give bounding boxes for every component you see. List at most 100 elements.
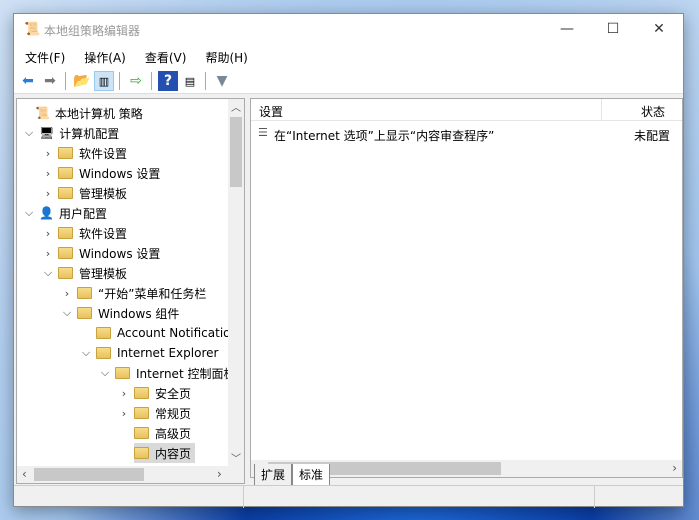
chevron-down-icon[interactable]: ⌵: [23, 126, 35, 140]
tree-item[interactable]: › 常规页: [122, 403, 192, 423]
tree-item-label: Windows 设置: [79, 166, 161, 181]
tree-item[interactable]: 📜 本地计算机 策略: [35, 103, 143, 123]
properties-icon[interactable]: ▤: [180, 71, 200, 91]
chevron-down-icon[interactable]: ⌵: [80, 346, 92, 360]
tree-item[interactable]: ⌵ 管理模板: [44, 263, 128, 283]
chevron-right-icon[interactable]: ›: [42, 247, 54, 260]
chevron-down-icon[interactable]: ⌵: [42, 266, 54, 280]
chevron-right-icon[interactable]: ›: [42, 167, 54, 180]
tree-item[interactable]: › 软件设置: [46, 143, 128, 163]
folder-icon: [58, 147, 73, 159]
maximize-button[interactable]: ☐: [590, 14, 636, 44]
filter-icon[interactable]: ▼: [212, 71, 232, 91]
tree-item-label: “开始”菜单和任务栏: [98, 286, 207, 301]
tree-item[interactable]: › Windows 设置: [46, 163, 161, 183]
menu-help[interactable]: 帮助(H): [194, 44, 255, 68]
chevron-down-icon[interactable]: ⌵: [99, 366, 111, 380]
tree-item[interactable]: 高级页: [134, 423, 191, 443]
tab-extended[interactable]: 扩展: [254, 464, 293, 486]
setting-name: 在“Internet 选项”上显示“内容审查程序”: [274, 129, 495, 143]
tree-item-label: 软件设置: [79, 226, 128, 241]
folder-icon: [134, 427, 149, 439]
menu-view[interactable]: 查看(V): [134, 44, 195, 68]
forward-icon[interactable]: ➡: [40, 71, 60, 91]
folder-icon: [77, 287, 92, 299]
tree-item-label: 计算机配置: [59, 126, 120, 141]
column-setting[interactable]: 设置: [259, 103, 283, 120]
view-tabs: 扩展 标准: [254, 464, 331, 486]
tree-item[interactable]: › 管理模板: [46, 183, 128, 203]
tree-item[interactable]: › 软件设置: [46, 223, 128, 243]
tree-pane: 📜 本地计算机 策略 ⌵ 🖥 计算机配置 › 软件设置 › Windows 设置 › 管理模板 ⌵ 👤 用…: [16, 98, 245, 484]
tree-item[interactable]: › Windows 设置: [46, 243, 161, 263]
folder-icon: [58, 167, 73, 179]
folder-icon: [96, 347, 111, 359]
tree-vertical-scrollbar[interactable]: ︿ ﹀: [228, 99, 244, 467]
minimize-button[interactable]: —: [544, 14, 590, 44]
tree-item[interactable]: 内容页: [134, 443, 196, 463]
tree-item[interactable]: ⌵ 🖥 计算机配置: [25, 123, 120, 143]
list-header: 设置 状态: [251, 99, 682, 121]
up-folder-icon[interactable]: 📂: [72, 71, 92, 91]
chevron-down-icon[interactable]: ⌵: [23, 206, 35, 220]
tree-item-label: 软件设置: [79, 146, 128, 161]
tree-item-label: 安全页: [155, 386, 192, 401]
tree-item[interactable]: › “开始”菜单和任务栏: [65, 283, 207, 303]
chevron-right-icon[interactable]: ›: [42, 187, 54, 200]
tree-item[interactable]: ⌵ Internet Explorer: [82, 343, 219, 363]
folder-icon: [134, 447, 149, 459]
toolbar: ⬅ ➡ 📂 ▥ ⇨ ? ▤ ▼: [14, 68, 683, 94]
chevron-right-icon[interactable]: ›: [42, 147, 54, 160]
tree-item[interactable]: ⌵ Windows 组件: [63, 303, 180, 323]
folder-icon: [58, 227, 73, 239]
chevron-right-icon[interactable]: ›: [61, 287, 73, 300]
chevron-right-icon[interactable]: ›: [42, 227, 54, 240]
tree-item[interactable]: ⌵ 👤 用户配置: [25, 203, 107, 223]
folder-icon: [58, 187, 73, 199]
title-bar: 📜 本地组策略编辑器 — ☐ ✕: [14, 14, 683, 44]
tree-item-label: 管理模板: [79, 186, 128, 201]
tree-item-label: 高级页: [155, 426, 192, 441]
folder-icon: [77, 307, 92, 319]
menu-bar: 文件(F) 操作(A) 查看(V) 帮助(H): [14, 44, 683, 68]
help-icon[interactable]: ?: [158, 71, 178, 91]
chevron-down-icon[interactable]: ⌵: [61, 306, 73, 320]
user-icon: 👤: [39, 206, 54, 220]
tree-item-label: 常规页: [155, 406, 192, 421]
column-state[interactable]: 状态: [641, 103, 665, 120]
setting-state: 未配置: [634, 129, 671, 143]
tree-item-label: 用户配置: [58, 206, 107, 221]
tree-item-label: Internet 控制面板: [136, 366, 236, 381]
settings-pane: 设置 状态 ☰ 在“Internet 选项”上显示“内容审查程序” 未配置 ‹ …: [250, 98, 683, 478]
folder-icon: [134, 387, 149, 399]
tab-standard[interactable]: 标准: [292, 464, 331, 486]
tree-item-label: 管理模板: [79, 266, 128, 281]
computer-icon: 🖥: [39, 126, 55, 140]
status-bar: [14, 485, 683, 508]
policy-setting-icon: ☰: [258, 126, 268, 139]
tree-item[interactable]: › 安全页: [122, 383, 192, 403]
list-row[interactable]: ☰ 在“Internet 选项”上显示“内容审查程序” 未配置: [251, 125, 682, 145]
folder-icon: [58, 267, 73, 279]
tree-item-label: Windows 组件: [98, 306, 180, 321]
menu-file[interactable]: 文件(F): [14, 44, 73, 68]
tree-item[interactable]: Account Notifications: [96, 323, 244, 343]
chevron-right-icon[interactable]: ›: [118, 387, 130, 400]
folder-icon: [58, 247, 73, 259]
close-button[interactable]: ✕: [636, 14, 682, 44]
folder-icon: [115, 367, 130, 379]
app-window: 📜 本地组策略编辑器 — ☐ ✕ 文件(F) 操作(A) 查看(V) 帮助(H)…: [13, 13, 684, 508]
export-list-icon[interactable]: ⇨: [126, 71, 146, 91]
window-title: 本地组策略编辑器: [44, 24, 141, 38]
tree-item-label: 内容页: [155, 446, 192, 461]
back-icon[interactable]: ⬅: [18, 71, 38, 91]
tree-item-label: Internet Explorer: [117, 346, 219, 360]
menu-action[interactable]: 操作(A): [73, 44, 134, 68]
chevron-right-icon[interactable]: ›: [118, 407, 130, 420]
policy-icon: 📜: [35, 106, 50, 120]
tree-item-label: Account Notifications: [117, 326, 245, 340]
show-hide-tree-icon[interactable]: ▥: [94, 71, 114, 91]
folder-icon: [96, 327, 111, 339]
tree-horizontal-scrollbar[interactable]: ‹ ›: [17, 466, 244, 483]
tree-item[interactable]: ⌵ Internet 控制面板: [101, 363, 236, 383]
